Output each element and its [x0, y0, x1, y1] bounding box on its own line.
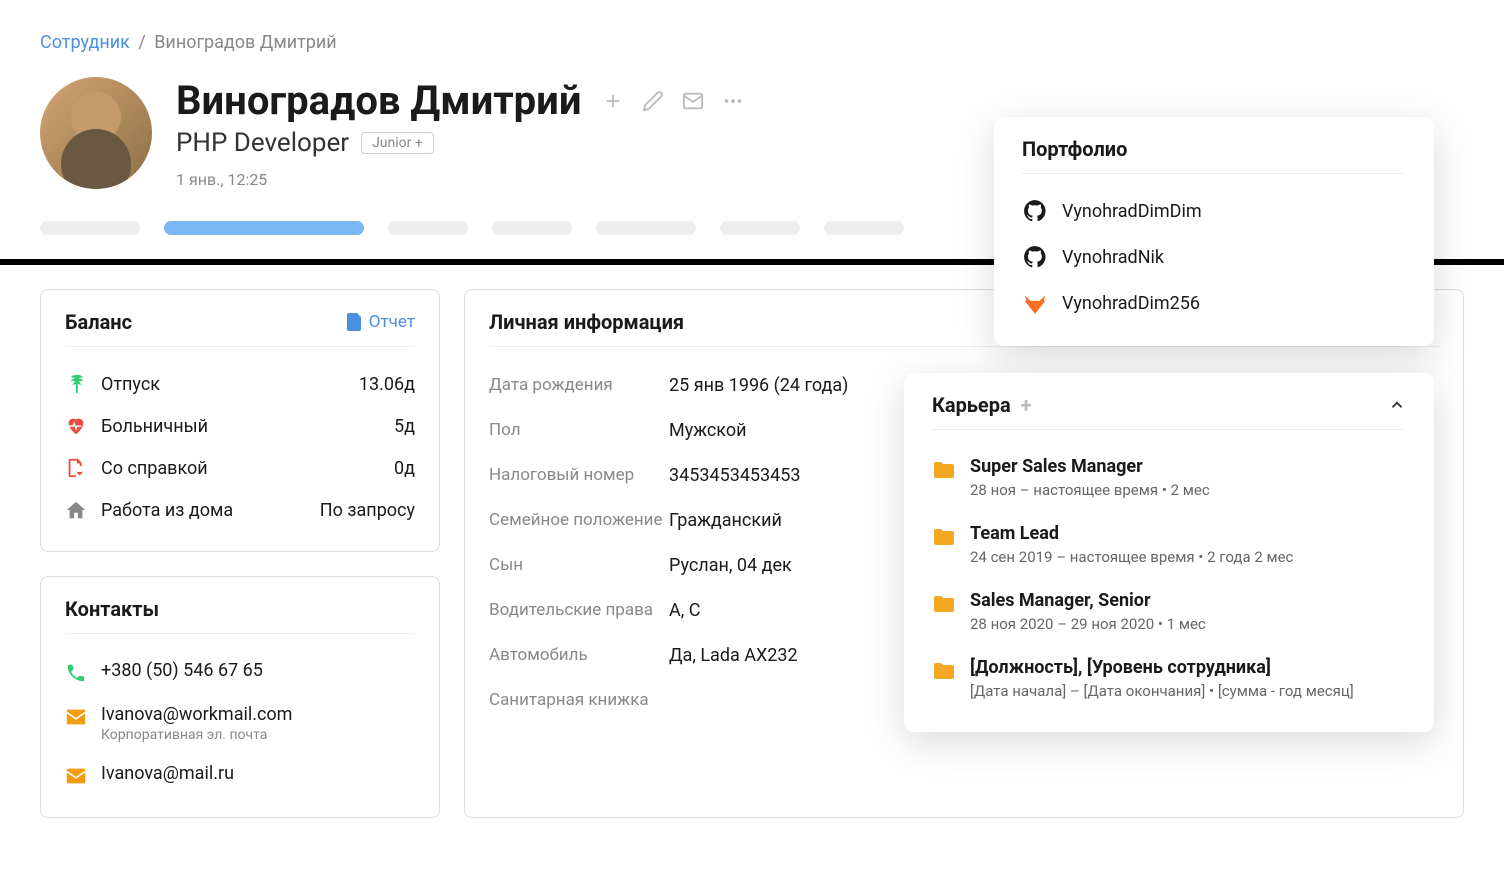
document-icon — [347, 313, 363, 331]
folder-icon — [932, 659, 956, 683]
balance-value: 5д — [394, 416, 415, 437]
level-badge: Junior + — [361, 132, 434, 154]
balance-row-vacation: Отпуск 13.06д — [65, 363, 415, 405]
add-career-icon[interactable]: + — [1021, 393, 1032, 417]
info-title: Личная информация — [489, 310, 684, 334]
chevron-up-icon[interactable] — [1388, 396, 1406, 414]
career-item[interactable]: [Должность], [Уровень сотрудника][Дата н… — [932, 645, 1406, 712]
breadcrumb: Сотрудник / Виноградов Дмитрий — [0, 0, 1504, 61]
phone-icon — [65, 662, 87, 684]
balance-title: Баланс — [65, 310, 132, 334]
portfolio-item[interactable]: VynohradDim256 — [1022, 280, 1406, 326]
palm-icon — [65, 373, 87, 395]
mail-icon[interactable] — [682, 90, 704, 112]
career-item[interactable]: Super Sales Manager28 ноя – настоящее вр… — [932, 444, 1406, 511]
heart-icon — [65, 415, 87, 437]
tab-3[interactable] — [388, 221, 468, 235]
avatar[interactable] — [40, 77, 152, 189]
balance-row-sick: Больничный 5д — [65, 405, 415, 447]
portfolio-item[interactable]: VynohradNik — [1022, 234, 1406, 280]
breadcrumb-link[interactable]: Сотрудник — [40, 32, 130, 53]
contact-phone: +380 (50) 546 67 65 — [65, 650, 415, 694]
contacts-title: Контакты — [65, 597, 159, 621]
balance-value: По запросу — [320, 500, 415, 521]
contact-email-work: Ivanova@workmail.comКорпоративная эл. по… — [65, 694, 415, 753]
balance-row-wfh: Работа из дома По запросу — [65, 489, 415, 531]
edit-icon[interactable] — [642, 90, 664, 112]
breadcrumb-separator: / — [138, 32, 145, 53]
career-card: Карьера + Super Sales Manager28 ноя – на… — [904, 373, 1434, 732]
balance-value: 0д — [394, 458, 415, 479]
add-icon[interactable] — [602, 90, 624, 112]
folder-icon — [932, 458, 956, 482]
breadcrumb-current: Виноградов Дмитрий — [154, 32, 336, 53]
tab-7[interactable] — [824, 221, 904, 235]
tab-4[interactable] — [492, 221, 572, 235]
tab-5[interactable] — [596, 221, 696, 235]
profile-role: PHP Developer — [176, 128, 349, 158]
report-link[interactable]: Отчет — [347, 312, 415, 332]
balance-card: Баланс Отчет Отпуск 13.06д Больничный 5д… — [40, 289, 440, 552]
profile-name: Виноградов Дмитрий — [176, 77, 582, 124]
tab-2-active[interactable] — [164, 221, 364, 235]
career-title: Карьера — [932, 393, 1011, 417]
portfolio-title: Портфолио — [1022, 137, 1127, 161]
contacts-card: Контакты +380 (50) 546 67 65 Ivanova@wor… — [40, 576, 440, 818]
tab-6[interactable] — [720, 221, 800, 235]
folder-icon — [932, 525, 956, 549]
balance-row-certified: Со справкой 0д — [65, 447, 415, 489]
contact-email-personal: Ivanova@mail.ru — [65, 753, 415, 797]
folder-icon — [932, 592, 956, 616]
heart-doc-icon — [65, 457, 87, 479]
github-icon — [1022, 198, 1048, 224]
mail-icon — [65, 765, 87, 787]
home-icon — [65, 499, 87, 521]
career-item[interactable]: Team Lead24 сен 2019 – настоящее время •… — [932, 511, 1406, 578]
more-icon[interactable] — [722, 90, 744, 112]
portfolio-item[interactable]: VynohradDimDim — [1022, 188, 1406, 234]
gitlab-icon — [1022, 290, 1048, 316]
career-item[interactable]: Sales Manager, Senior28 ноя 2020 – 29 но… — [932, 578, 1406, 645]
tab-1[interactable] — [40, 221, 140, 235]
mail-icon — [65, 706, 87, 728]
portfolio-card: Портфолио VynohradDimDim VynohradNik Vyn… — [994, 117, 1434, 346]
balance-value: 13.06д — [359, 374, 415, 395]
github-icon — [1022, 244, 1048, 270]
